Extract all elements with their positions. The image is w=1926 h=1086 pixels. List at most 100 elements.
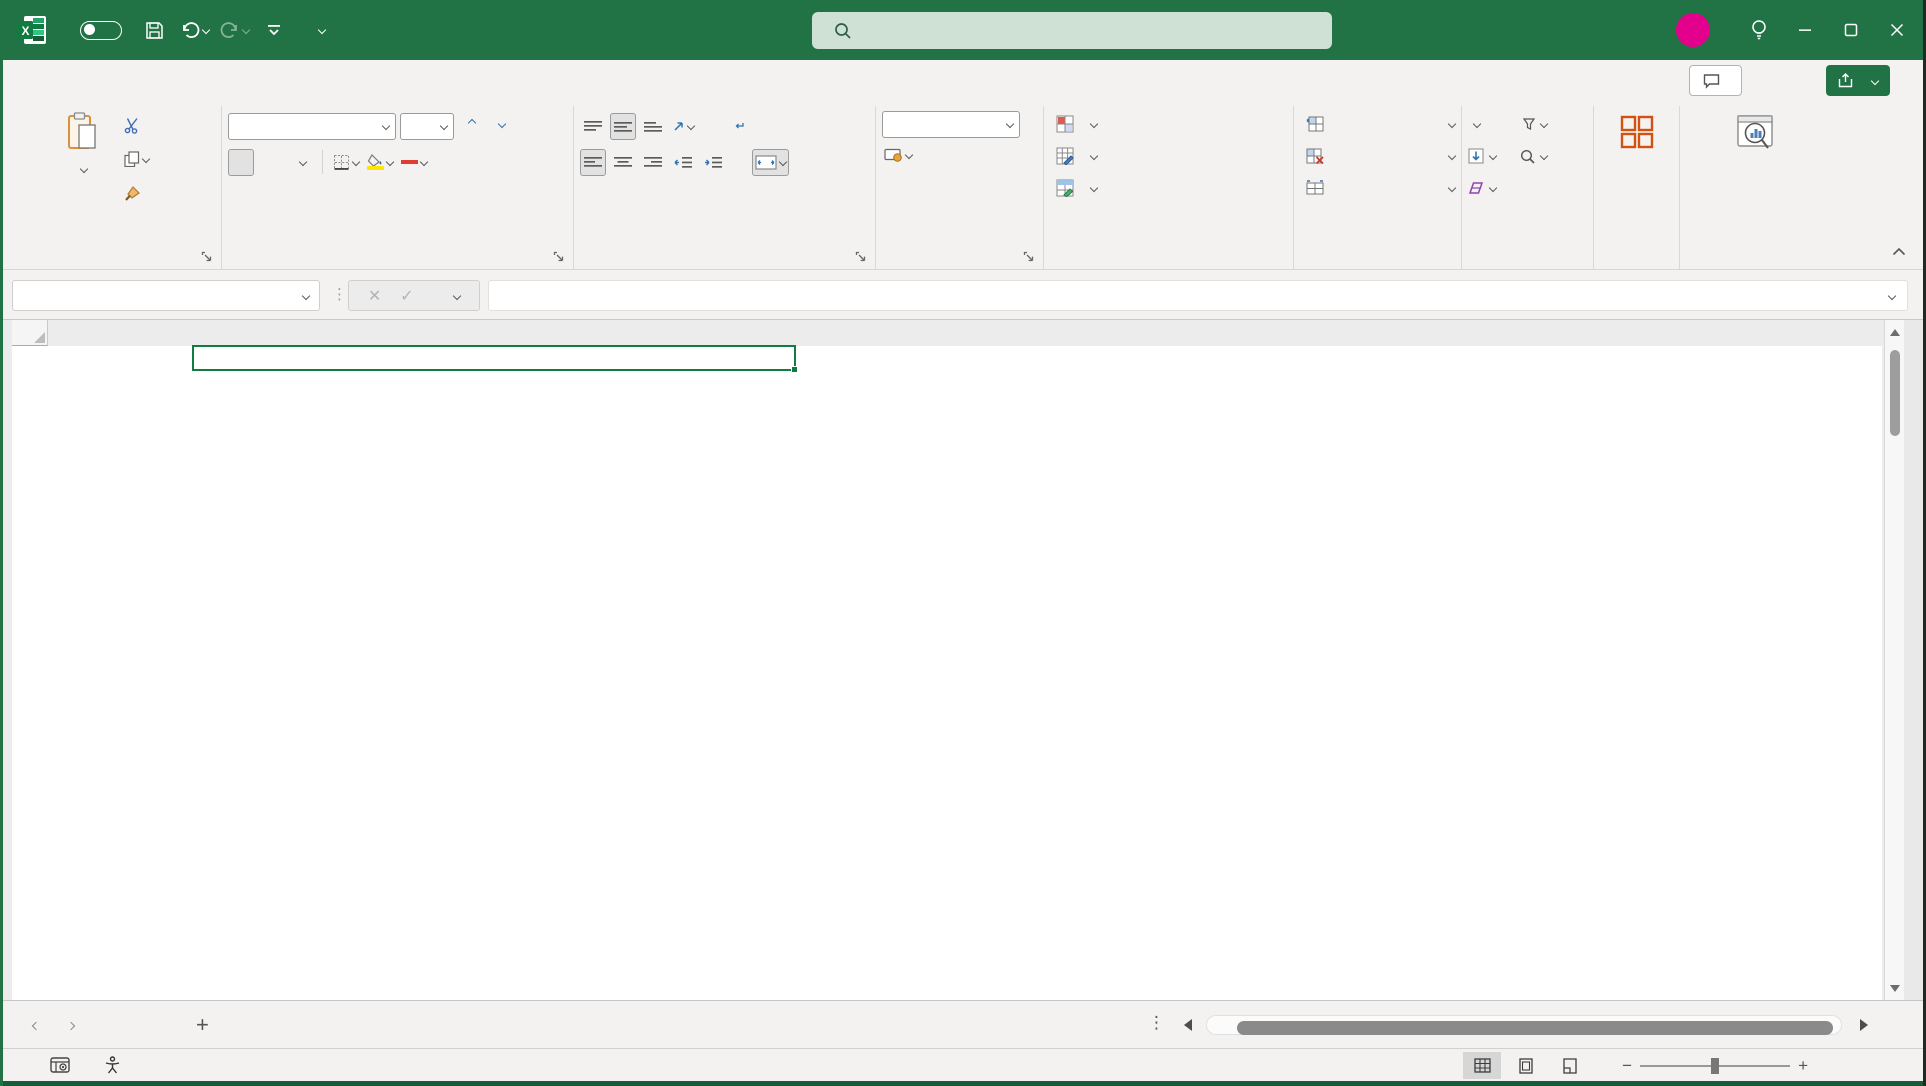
number-format-select[interactable] [882,110,1020,138]
orientation-button[interactable] [670,113,696,140]
fill-color-button[interactable] [365,149,395,176]
accessibility-checker-button[interactable] [104,1056,129,1074]
comments-button[interactable] [1689,65,1742,96]
confirm-entry-icon[interactable]: ✓ [400,286,413,306]
macro-record-button[interactable] [50,1057,70,1073]
insert-cells-button[interactable] [1306,108,1457,140]
document-title[interactable] [308,25,327,35]
cancel-entry-icon[interactable]: ✕ [368,286,381,306]
redo-icon [220,22,237,38]
name-box-splitter[interactable]: ⋮ [332,285,347,303]
minimize-button[interactable] [1782,0,1828,60]
collapse-ribbon-button[interactable] [1892,243,1906,261]
select-all-button[interactable] [12,320,48,346]
dialog-launcher-icon[interactable] [1023,251,1034,262]
accounting-format-button[interactable] [882,142,914,169]
align-top-button[interactable] [580,113,606,140]
vertical-scroll-thumb[interactable] [1890,350,1900,436]
vertical-scrollbar[interactable] [1884,320,1904,1000]
wrap-text-button[interactable] [726,113,752,140]
magnifier-icon [1520,149,1535,164]
decrease-indent-button[interactable] [670,149,696,176]
cut-button[interactable] [120,108,164,142]
sort-filter-button[interactable] [1520,108,1576,140]
save-button[interactable] [134,10,174,50]
increase-font-button[interactable] [458,113,484,140]
autosum-button[interactable] [1468,108,1520,140]
whats-new-button[interactable] [1736,0,1782,60]
chevron-down-icon [201,25,210,35]
addins-button[interactable] [1600,108,1673,172]
chevron-down-icon [1447,151,1457,161]
share-button[interactable] [1826,65,1890,96]
new-sheet-button[interactable]: + [196,1012,209,1038]
cell-styles-button[interactable] [1056,172,1287,204]
dialog-launcher-icon[interactable] [201,251,212,262]
search-input[interactable] [812,12,1332,49]
zoom-in-button[interactable]: + [1790,1056,1816,1076]
analysis-group [1680,106,1830,269]
zoom-out-button[interactable]: − [1614,1056,1640,1076]
normal-view-button[interactable] [1463,1052,1502,1079]
horizontal-scroll-track[interactable] [1206,1015,1842,1035]
close-button[interactable] [1874,0,1920,60]
scroll-up-button[interactable] [1885,320,1905,344]
tabbar-menu[interactable]: ⋮ [1148,1013,1165,1033]
percent-style-button[interactable] [918,142,944,169]
font-name-select[interactable] [228,112,396,140]
increase-indent-button[interactable] [700,149,726,176]
font-color-button[interactable] [399,149,429,176]
wrap-return-arrow-icon [735,123,744,129]
page-layout-view-button[interactable] [1507,1052,1545,1079]
comma-style-button[interactable] [948,142,974,169]
align-bottom-icon [644,121,662,132]
format-painter-button[interactable] [120,176,164,210]
format-as-table-button[interactable] [1056,140,1287,172]
dialog-launcher-icon[interactable] [553,251,564,262]
scroll-down-button[interactable] [1885,976,1905,1000]
data-analysis-button[interactable] [1686,108,1824,156]
fill-button[interactable] [1468,140,1520,172]
conditional-formatting-button[interactable] [1056,108,1287,140]
quick-access-customize-button[interactable] [254,10,294,50]
align-center-button[interactable] [610,149,636,176]
decrease-decimal-button[interactable] [912,172,938,199]
zoom-slider[interactable] [1640,1057,1791,1074]
merge-center-button[interactable] [752,148,789,176]
account-avatar[interactable] [1676,13,1710,47]
format-cells-button[interactable] [1306,172,1457,204]
formula-input[interactable] [488,280,1908,311]
copy-button[interactable] [120,142,164,176]
clear-button[interactable] [1468,172,1520,204]
scroll-left-button[interactable] [1184,1019,1192,1031]
align-right-button[interactable] [640,149,666,176]
paste-button[interactable] [50,108,114,177]
redo-button[interactable] [214,10,254,50]
bold-button[interactable] [228,148,254,176]
borders-button[interactable] [331,149,361,176]
scroll-right-button[interactable] [1860,1019,1868,1031]
increase-decimal-button[interactable] [882,172,908,199]
horizontal-scroll-thumb[interactable] [1237,1021,1833,1035]
zoom-slider-thumb[interactable] [1711,1057,1720,1074]
chevron-down-icon [381,121,391,131]
find-select-button[interactable] [1520,140,1576,172]
autosave-toggle[interactable] [80,20,122,40]
page-break-view-button[interactable] [1551,1052,1589,1079]
next-sheet-button[interactable] [65,1016,76,1034]
dialog-launcher-icon[interactable] [855,251,866,262]
underline-button[interactable] [288,149,314,176]
prev-sheet-button[interactable] [30,1016,41,1034]
align-bottom-button[interactable] [640,113,666,140]
delete-cells-button[interactable] [1306,140,1457,172]
decrease-font-button[interactable] [488,113,514,140]
align-middle-button[interactable] [610,112,636,140]
name-box[interactable] [12,280,320,311]
align-left-button[interactable] [580,148,606,176]
horizontal-scrollbar[interactable] [1184,1013,1868,1037]
fill-handle[interactable] [791,366,798,373]
undo-button[interactable] [174,10,214,50]
maximize-button[interactable] [1828,0,1874,60]
font-size-select[interactable] [400,112,454,140]
italic-button[interactable] [258,149,284,176]
